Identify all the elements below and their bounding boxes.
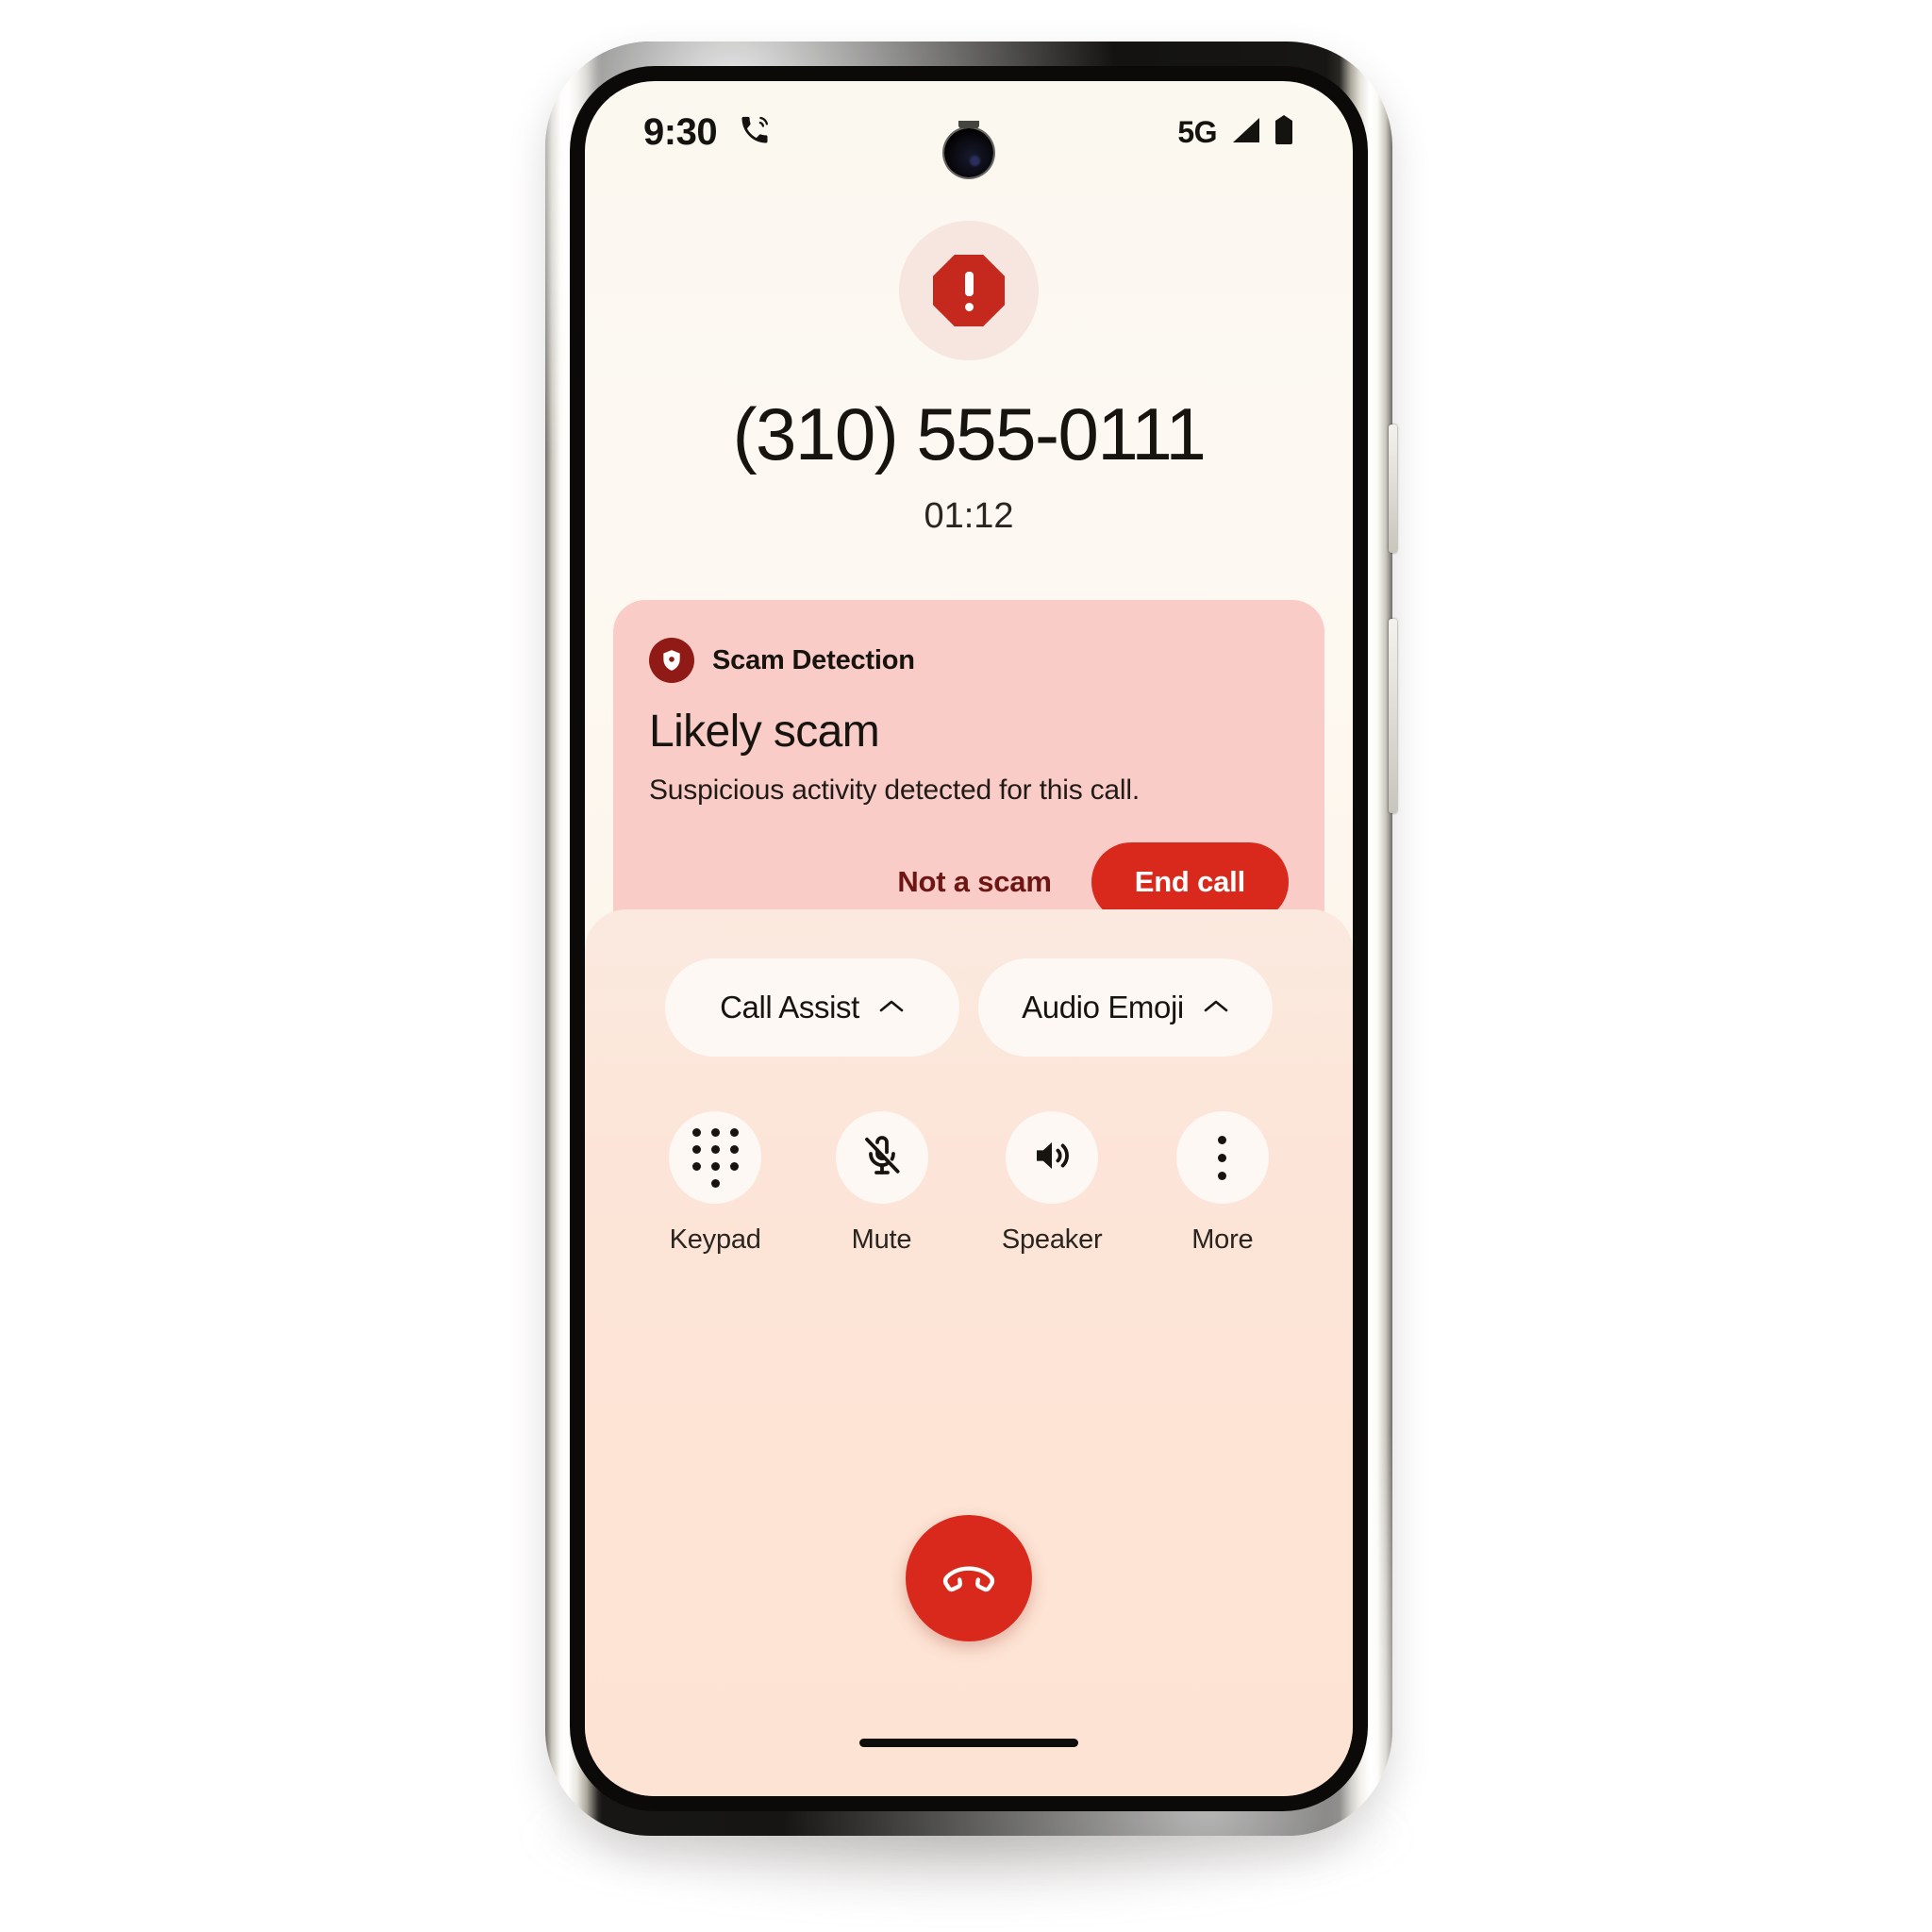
chevron-up-icon	[878, 998, 905, 1018]
audio-emoji-chip[interactable]: Audio Emoji	[978, 958, 1273, 1057]
status-bar-left: 9:30	[643, 111, 772, 154]
more-label: More	[1191, 1224, 1254, 1255]
status-bar-right: 5G	[1177, 114, 1294, 150]
status-bar: 9:30 5G	[585, 81, 1353, 183]
keypad-control[interactable]: Keypad	[669, 1111, 762, 1256]
audio-emoji-label: Audio Emoji	[1022, 990, 1184, 1024]
more-vert-icon	[1218, 1135, 1227, 1180]
speaker-button[interactable]	[1006, 1111, 1099, 1204]
home-indicator[interactable]	[859, 1739, 1078, 1747]
exclamation-dot	[964, 302, 974, 311]
keypad-button[interactable]	[669, 1111, 762, 1204]
call-controls-panel: Call Assist Audio Emoji Keypad Mute Spea…	[585, 909, 1353, 1796]
front-camera	[944, 121, 993, 177]
caller-info: (310) 555-0111 01:12	[585, 392, 1353, 537]
feature-chip-row: Call Assist Audio Emoji	[608, 958, 1330, 1057]
scam-detection-label: Scam Detection	[712, 644, 915, 675]
signal-bars-icon	[1229, 116, 1261, 149]
more-button[interactable]	[1175, 1111, 1269, 1204]
call-assist-label: Call Assist	[720, 990, 859, 1024]
keypad-label: Keypad	[669, 1224, 761, 1255]
call-control-row: Keypad Mute Speaker More	[608, 1111, 1330, 1256]
speaker-icon	[1029, 1133, 1074, 1183]
active-call-icon	[738, 113, 772, 152]
call-end-icon	[940, 1548, 998, 1609]
chevron-up-icon	[1203, 998, 1229, 1018]
mic-off-icon	[859, 1133, 905, 1183]
exclamation-stem	[964, 272, 974, 296]
battery-icon	[1274, 114, 1294, 150]
dialpad-icon	[691, 1127, 740, 1188]
end-call-wrap	[585, 1515, 1353, 1641]
more-control[interactable]: More	[1175, 1111, 1269, 1256]
phone-device: 9:30 5G (310) 555-0111 01:12 Scam Detect…	[545, 42, 1397, 1836]
phone-screen: 9:30 5G (310) 555-0111 01:12 Scam Detect…	[585, 81, 1353, 1796]
end-call-button[interactable]	[906, 1515, 1032, 1641]
scam-card-header: Scam Detection	[649, 638, 1289, 683]
network-type-label: 5G	[1177, 114, 1217, 149]
scam-description: Suspicious activity detected for this ca…	[649, 774, 1140, 806]
volume-button[interactable]	[1389, 425, 1397, 553]
mute-button[interactable]	[835, 1111, 928, 1204]
scam-detection-card: Scam Detection Likely scam Suspicious ac…	[613, 600, 1324, 954]
mute-control[interactable]: Mute	[835, 1111, 928, 1256]
scam-alert-badge-wrap	[585, 221, 1353, 360]
power-button[interactable]	[1389, 619, 1397, 813]
not-a-scam-button[interactable]: Not a scam	[886, 856, 1062, 908]
top-sensor	[958, 121, 979, 128]
status-bar-clock: 9:30	[643, 110, 718, 153]
caller-number: (310) 555-0111	[732, 392, 1207, 475]
speaker-control[interactable]: Speaker	[1002, 1111, 1103, 1256]
scam-verdict-title: Likely scam	[649, 707, 880, 757]
call-assist-chip[interactable]: Call Assist	[665, 958, 959, 1057]
warning-octagon-icon	[933, 255, 1005, 326]
shield-icon	[649, 638, 694, 683]
call-duration: 01:12	[924, 495, 1014, 536]
screenshot-stage: 9:30 5G (310) 555-0111 01:12 Scam Detect…	[0, 0, 1932, 1932]
speaker-label: Speaker	[1001, 1224, 1103, 1255]
mute-label: Mute	[851, 1224, 912, 1255]
scam-alert-halo	[899, 221, 1039, 360]
